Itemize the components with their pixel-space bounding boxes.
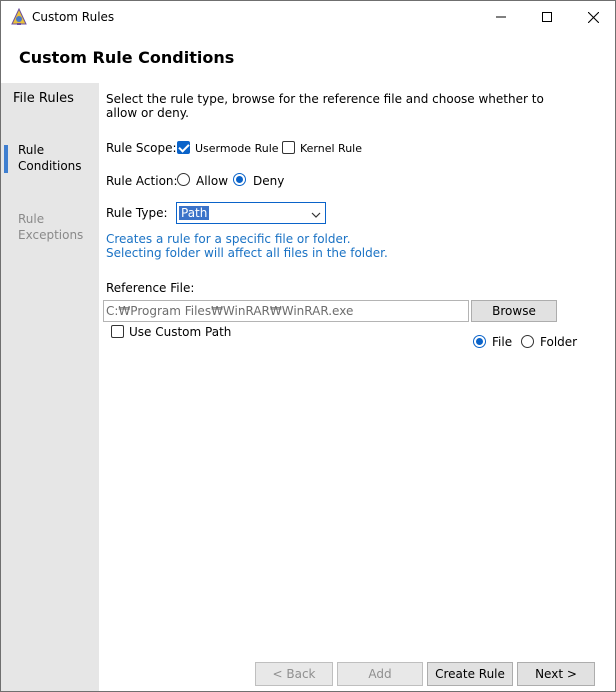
reference-file-label: Reference File:	[106, 281, 195, 295]
close-button[interactable]	[570, 1, 615, 33]
main-panel: Select the rule type, browse for the ref…	[99, 83, 615, 691]
chevron-down-icon	[311, 208, 321, 218]
allow-label[interactable]: Allow	[196, 174, 228, 188]
use-custom-path-label[interactable]: Use Custom Path	[129, 325, 231, 339]
close-icon	[587, 11, 599, 23]
kernel-rule-label[interactable]: Kernel Rule	[300, 142, 362, 155]
rule-type-label: Rule Type:	[106, 206, 168, 220]
rule-scope-label: Rule Scope:	[106, 141, 177, 155]
minimize-icon	[496, 16, 506, 18]
allow-radio[interactable]	[177, 173, 190, 186]
custom-rules-window: Custom Rules Custom Rule Conditions File…	[0, 0, 616, 692]
title-bar: Custom Rules	[1, 1, 615, 33]
create-rule-button[interactable]: Create Rule	[427, 662, 513, 686]
folder-label[interactable]: Folder	[540, 335, 577, 349]
page-header: Custom Rule Conditions	[1, 33, 615, 83]
window-title: Custom Rules	[32, 10, 115, 24]
maximize-button[interactable]	[524, 1, 570, 33]
sidebar-item-rule-exceptions: Rule Exceptions	[1, 209, 99, 249]
file-label[interactable]: File	[492, 335, 512, 349]
back-button[interactable]: < Back	[255, 662, 333, 686]
wizard-sidebar: File Rules Rule Conditions Rule Exceptio…	[1, 83, 99, 691]
next-button[interactable]: Next >	[517, 662, 595, 686]
page-title: Custom Rule Conditions	[19, 48, 235, 67]
reference-file-field[interactable]: C:₩Program Files₩WinRAR₩WinRAR.exe	[103, 300, 469, 322]
sidebar-item-rule-conditions[interactable]: Rule Conditions	[1, 139, 99, 179]
selected-indicator	[4, 145, 8, 173]
deny-radio[interactable]	[233, 173, 246, 186]
rule-type-dropdown[interactable]: Path	[176, 202, 326, 224]
app-logo-icon	[11, 7, 27, 26]
sidebar-item-label: File Rules	[13, 91, 74, 106]
folder-radio[interactable]	[521, 335, 534, 348]
sidebar-item-label: Rule Conditions	[18, 143, 82, 173]
sidebar-item-file-rules[interactable]: File Rules	[1, 89, 99, 125]
usermode-rule-checkbox[interactable]	[177, 141, 190, 154]
add-button[interactable]: Add	[337, 662, 423, 686]
use-custom-path-checkbox[interactable]	[111, 325, 124, 338]
usermode-rule-label[interactable]: Usermode Rule	[195, 142, 279, 155]
rule-type-hint: Creates a rule for a specific file or fo…	[106, 232, 388, 260]
maximize-icon	[542, 12, 552, 22]
instructions-text: Select the rule type, browse for the ref…	[106, 92, 544, 120]
browse-button[interactable]: Browse	[471, 300, 557, 322]
kernel-rule-checkbox[interactable]	[282, 141, 295, 154]
rule-type-value: Path	[179, 206, 210, 220]
rule-action-label: Rule Action:	[106, 174, 178, 188]
minimize-button[interactable]	[478, 1, 524, 33]
sidebar-item-label: Rule Exceptions	[18, 212, 84, 242]
deny-label[interactable]: Deny	[253, 174, 284, 188]
file-radio[interactable]	[473, 335, 486, 348]
